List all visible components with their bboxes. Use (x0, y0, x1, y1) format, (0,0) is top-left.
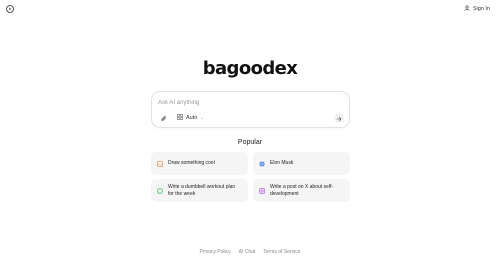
suggestion-label: Draw something cool (168, 160, 215, 166)
menu-icon[interactable] (6, 5, 14, 13)
suggestion-card[interactable]: Write a post on X about self-development (253, 179, 350, 202)
attach-icon[interactable] (159, 114, 168, 123)
suggestion-label: Elon Musk (270, 160, 294, 166)
footer: Privacy Policy AI Chat Terms of Service (0, 249, 500, 255)
suggestion-label: Write a post on X about self-development (270, 183, 333, 197)
model-label: Auto (186, 115, 198, 121)
arrow-right-icon (336, 109, 342, 127)
globe-icon (259, 160, 265, 167)
popular-heading: Popular (237, 139, 263, 146)
search-input[interactable] (158, 98, 328, 107)
ai-chat-link[interactable]: AI Chat (239, 249, 256, 255)
instagram-icon (259, 187, 265, 194)
image-icon (157, 160, 163, 167)
suggestion-card[interactable]: Elon Musk (253, 152, 350, 175)
sign-in-label: Sign In (472, 6, 490, 12)
brand-logo: bagoodex (202, 58, 298, 79)
sign-in-button[interactable]: Sign In (464, 5, 490, 13)
user-icon (464, 5, 470, 13)
composer: Auto ⌄ (151, 91, 350, 128)
terms-of-service-link[interactable]: Terms of Service (263, 249, 300, 255)
send-button[interactable] (334, 113, 344, 123)
popular-suggestions: Draw something cool Elon Musk Write a du… (151, 152, 350, 202)
privacy-policy-link[interactable]: Privacy Policy (199, 249, 230, 255)
whatsapp-icon (157, 187, 163, 194)
grid-icon (177, 114, 183, 122)
model-selector[interactable]: Auto ⌄ (174, 113, 207, 123)
suggestion-card[interactable]: Draw something cool (151, 152, 248, 175)
suggestion-card[interactable]: Write a dumbbell workout plan for the we… (151, 179, 248, 202)
chevron-down-icon: ⌄ (200, 115, 205, 120)
suggestion-label: Write a dumbbell workout plan for the we… (168, 183, 236, 197)
